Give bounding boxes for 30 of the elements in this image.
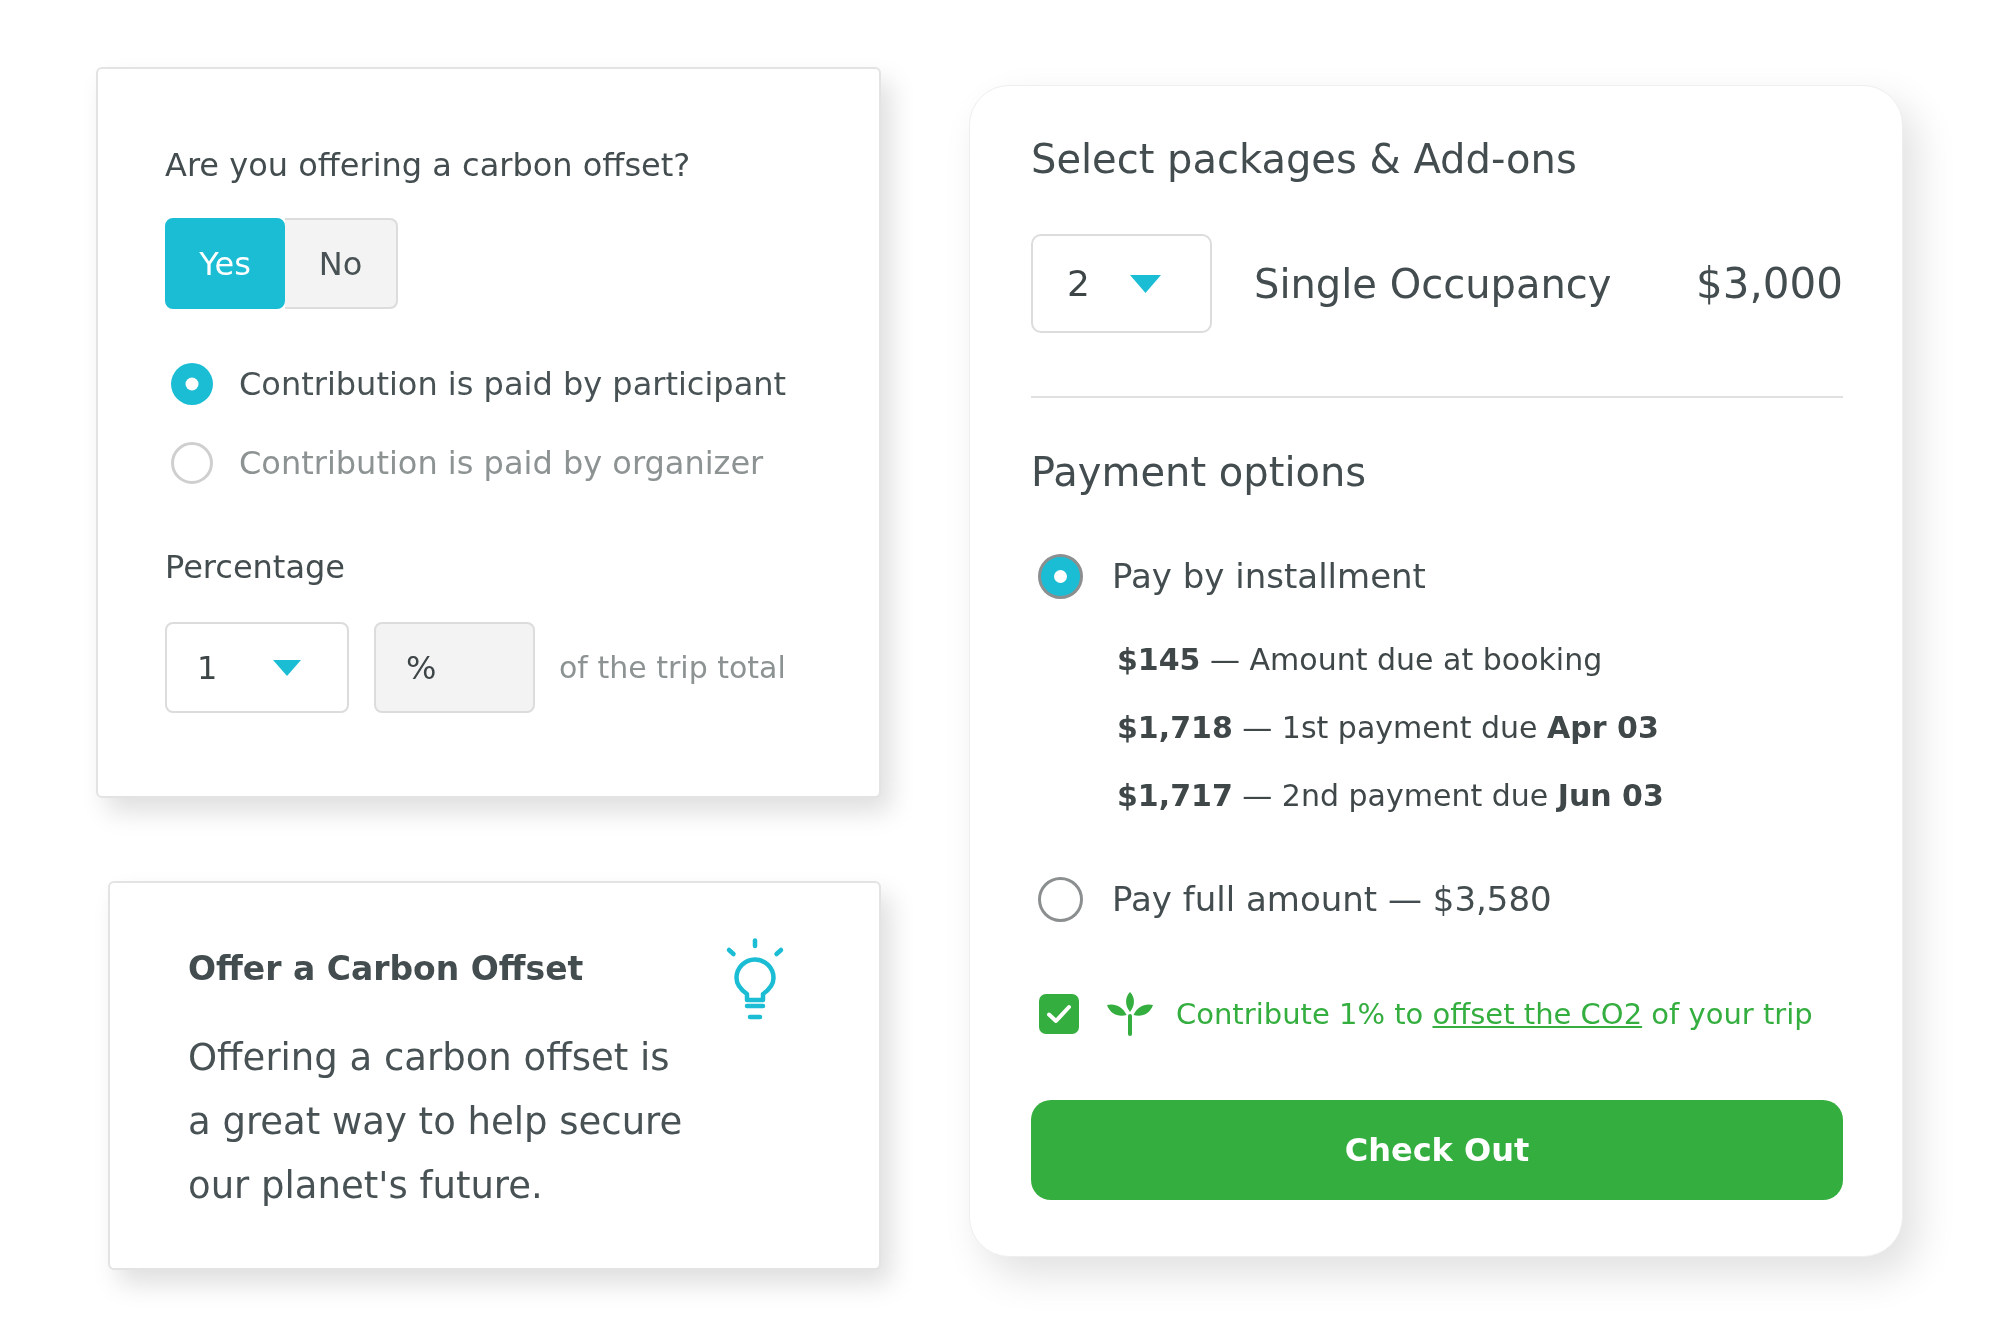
payment-option-label: Pay by installment [1112,555,1426,598]
schedule-line: $145 — Amount due at booking [1117,641,1604,679]
quantity-dropdown[interactable]: 2 [1031,234,1212,333]
package-price: $3,000 [1696,259,1843,308]
info-paragraph: Offering a carbon offset is a great way to help secure our planet's future. [188,1035,684,1209]
option-label: Contribution is paid by organizer [239,443,764,483]
info-title: Offer a Carbon Offset [188,949,585,989]
percentage-dropdown[interactable]: 1 [165,622,349,713]
radio-button[interactable] [1038,554,1083,599]
schedule-line: $1,717 — 2nd payment due Jun 03 [1117,777,1665,815]
percent-unit-addon: % [374,622,535,713]
suffix-text: of the trip total [559,650,786,685]
lightbulb-icon [725,938,785,1022]
package-name: Single Occupancy [1254,260,1612,307]
radio-button[interactable] [1038,877,1083,922]
option-label: Contribution is paid by participant [239,364,787,404]
radio-button[interactable] [171,442,213,484]
caret-icon [1130,274,1161,293]
packages-heading: Select packages & Add-ons [1031,135,1578,183]
caret-icon [273,659,301,676]
payment-heading: Payment options [1031,448,1368,496]
sprout-icon [1107,992,1153,1036]
schedule-line: $1,718 — 1st payment due Apr 03 [1117,709,1660,747]
radio-button[interactable] [171,363,213,405]
offset-contribution-text: Contribute 1% to offset the CO2 of your trip [1176,997,1813,1031]
payment-option-label: Pay full amount — $3,580 [1112,878,1552,921]
checkbox[interactable] [1039,994,1079,1034]
question-heading: Are you offering a carbon offset? [165,145,692,185]
percentage-label: Percentage [165,547,346,587]
toggle-option[interactable]: No [285,218,398,309]
